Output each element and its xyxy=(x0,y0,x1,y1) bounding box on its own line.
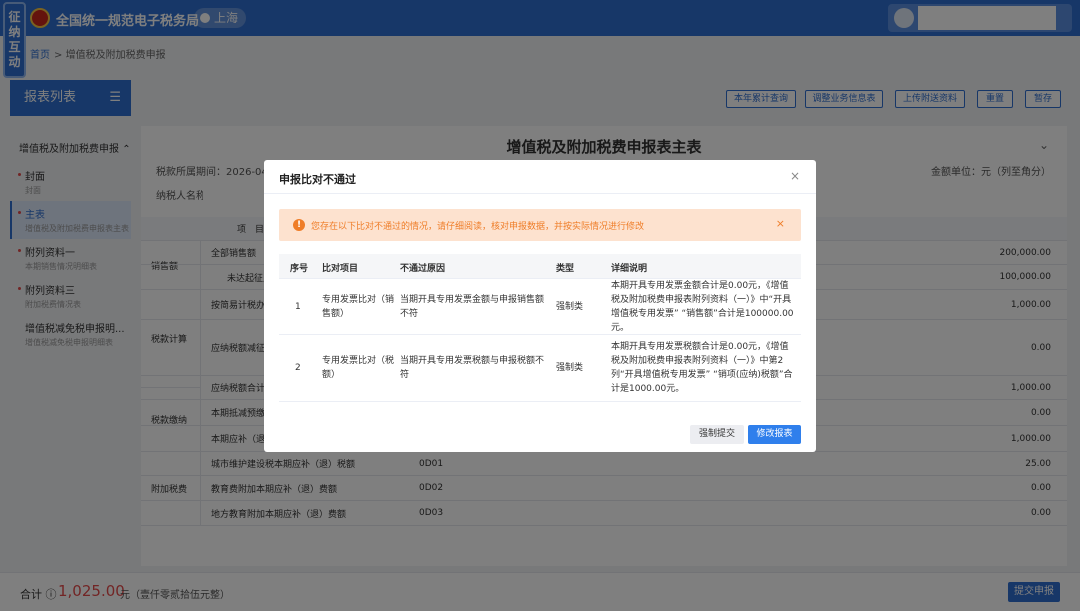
table-row: 1 专用发票比对（销售额） 当期开具专用发票金额与申报销售额不符 强制类 本期开… xyxy=(279,279,801,335)
row-item: 专用发票比对（销售额） xyxy=(322,294,395,319)
close-icon[interactable]: × xyxy=(790,169,800,183)
warning-icon: ! xyxy=(293,219,305,231)
dialog-title: 申报比对不通过 xyxy=(279,173,356,186)
row-no: 1 xyxy=(295,301,301,312)
col-no: 序号 xyxy=(290,264,309,274)
col-item: 比对项目 xyxy=(322,264,359,274)
row-detail: 本期开具专用发票金额合计是0.00元，《增值税及附加税费申报表附列资料（一）》中… xyxy=(611,280,794,333)
col-type: 类型 xyxy=(556,264,575,274)
alert-close-icon[interactable]: × xyxy=(776,217,785,230)
row-detail: 本期开具专用发票税额合计是0.00元，《增值税及附加税费申报表附列资料（一）》中… xyxy=(611,342,793,394)
dialog-header: 申报比对不通过 × xyxy=(264,160,816,194)
comparison-failed-dialog: 申报比对不通过 × ! 您存在以下比对不通过的情况，请仔细阅读，核对申报数据，并… xyxy=(264,160,816,452)
row-type: 强制类 xyxy=(556,301,584,312)
col-reason: 不通过原因 xyxy=(400,264,446,274)
force-submit-button[interactable]: 强制提交 xyxy=(690,425,744,444)
warning-text: 您存在以下比对不通过的情况，请仔细阅读，核对申报数据，并按实际情况进行修改 xyxy=(311,222,645,232)
col-detail: 详细说明 xyxy=(611,264,648,274)
table-row: 2 专用发票比对（税额） 当期开具专用发票税额与申报税额不符 强制类 本期开具专… xyxy=(279,335,801,402)
row-item: 专用发票比对（税额） xyxy=(322,356,395,380)
row-type: 强制类 xyxy=(556,363,584,373)
comparison-table-header: 序号 比对项目 不通过原因 类型 详细说明 xyxy=(279,254,801,279)
edit-report-button[interactable]: 修改报表 xyxy=(748,425,801,444)
row-reason: 当期开具专用发票金额与申报销售额不符 xyxy=(400,294,545,319)
row-reason: 当期开具专用发票税额与申报税额不符 xyxy=(400,356,545,380)
warning-alert: ! 您存在以下比对不通过的情况，请仔细阅读，核对申报数据，并按实际情况进行修改 … xyxy=(279,209,801,241)
app-root: 全国统一规范电子税务局 上海 征纳互动 首页> 增值税及附加税费申报 报表列表☰… xyxy=(0,0,1080,611)
row-no: 2 xyxy=(295,363,301,373)
